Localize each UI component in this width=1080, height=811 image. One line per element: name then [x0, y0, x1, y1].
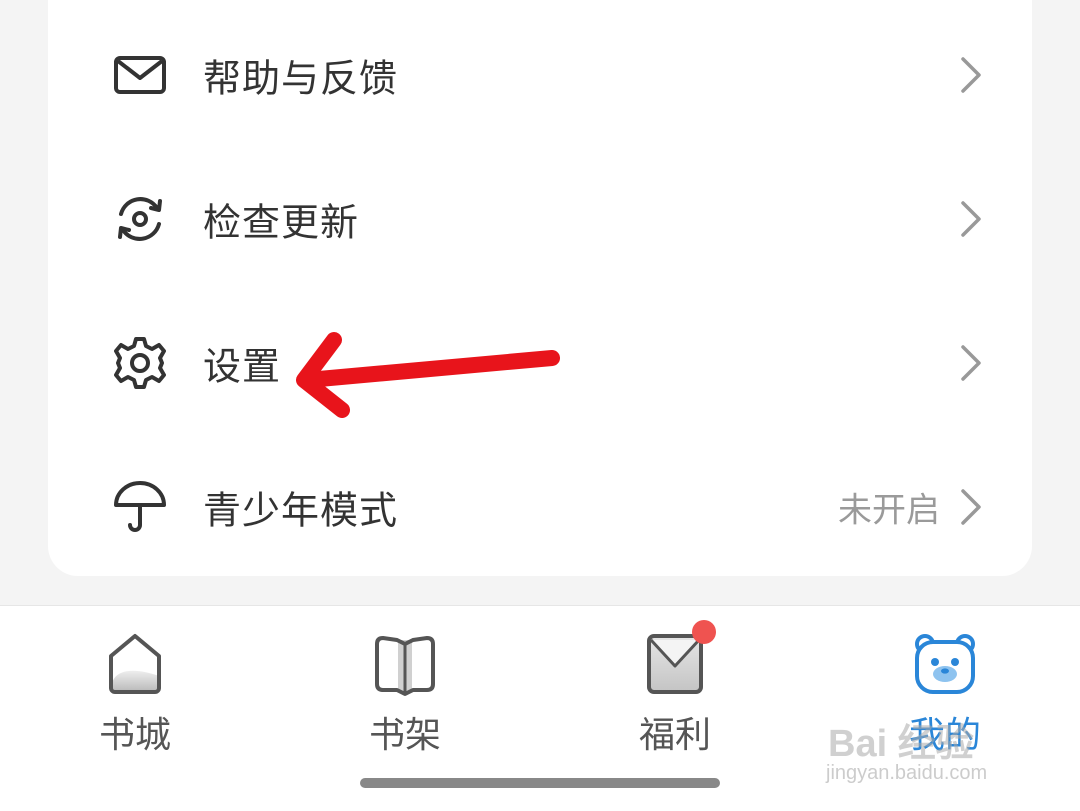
home-icon: [109, 634, 161, 694]
watermark-brand: Bai 经验: [828, 723, 974, 765]
menu-item-label: 设置: [203, 344, 282, 389]
umbrella-icon: [114, 481, 166, 532]
menu-item-label: 检查更新: [203, 200, 360, 245]
home-indicator[interactable]: [360, 778, 720, 788]
menu-item-label: 帮助与反馈: [203, 56, 399, 101]
bear-avatar-icon: [915, 634, 975, 694]
chevron-right-icon: [961, 345, 981, 381]
teen-mode-status: 未开启: [838, 490, 940, 531]
tab-label: 书架: [368, 715, 441, 756]
gear-icon: [114, 337, 166, 389]
mail-icon: [114, 56, 166, 94]
tab-bookshelf[interactable]: 书架: [305, 606, 505, 766]
menu-card: 帮助与反馈 检查更新 设置 青少年模式 未开启: [48, 0, 1032, 576]
tab-welfare[interactable]: 福利: [575, 606, 775, 766]
menu-item-help-feedback[interactable]: 帮助与反馈: [48, 3, 1032, 147]
menu-item-label: 青少年模式: [203, 488, 399, 533]
menu-item-teen-mode[interactable]: 青少年模式 未开启: [48, 435, 1032, 579]
chevron-right-icon: [961, 489, 981, 525]
watermark-url: jingyan.baidu.com: [826, 762, 988, 784]
refresh-icon: [118, 197, 162, 241]
tab-bookstore[interactable]: 书城: [35, 606, 235, 766]
tab-label: 书城: [98, 715, 171, 756]
tab-label: 福利: [638, 715, 711, 756]
book-icon: [375, 636, 435, 696]
menu-item-check-update[interactable]: 检查更新: [48, 147, 1032, 291]
chevron-right-icon: [961, 201, 981, 237]
chevron-right-icon: [961, 57, 981, 93]
notification-badge: [692, 620, 716, 644]
menu-item-settings[interactable]: 设置: [48, 291, 1032, 435]
